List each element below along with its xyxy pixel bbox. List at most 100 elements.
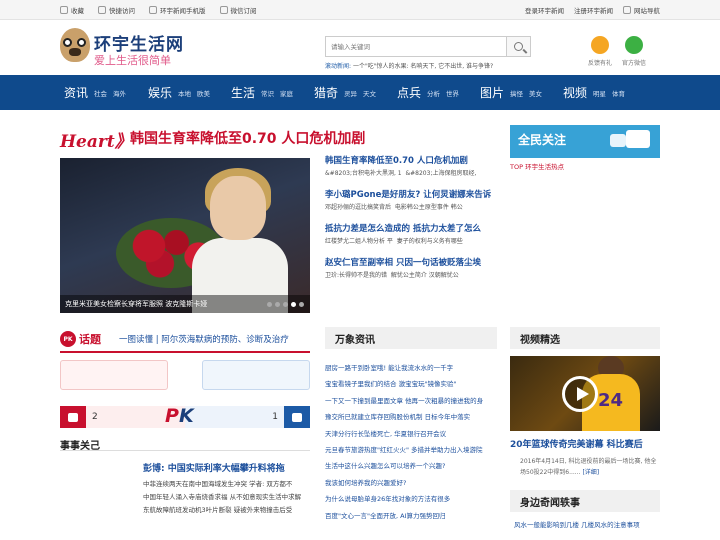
list-item[interactable]: 天津分行行长坠楼死亡, 华夏银行召开会议 (325, 426, 497, 442)
news-sub-link[interactable]: 妻子的权利与义务有哪些 (397, 238, 463, 245)
login-link[interactable]: 登录环宇新闻 (525, 5, 564, 15)
register-link[interactable]: 注册环宇新闻 (574, 5, 613, 15)
nav-ent-local[interactable]: 本地 (178, 88, 191, 98)
nav-mil-analysis[interactable]: 分析 (427, 88, 440, 98)
slide-dot[interactable] (283, 302, 288, 307)
pk-right-option[interactable] (202, 360, 310, 390)
scrolling-news[interactable]: 滚动新闻: 一个"吃"惊人的水果: 名响天下, 它不出世, 谁与争锋? (325, 61, 493, 70)
list-item[interactable]: 生活中这什么兴趣怎么可以培养一个兴趣? (325, 458, 497, 474)
list-item[interactable]: 宝宝看镜子里我们的结合 激宝宝玩"镜像实验" (325, 376, 497, 392)
guan-headline[interactable]: 彭博: 中国实际利率大幅攀升料将拖 (143, 461, 285, 474)
nav-news-overseas[interactable]: 海外 (113, 88, 126, 98)
promo-banner[interactable]: 全民关注 (510, 125, 660, 158)
slide-dot[interactable] (267, 302, 272, 307)
list-item[interactable]: 元旦春节旅游热度"红红火火" 多措并举助力出入境游院 (325, 442, 497, 458)
list-item[interactable]: 风水一般能影响到几楼 几楼风水的注意事项 (514, 519, 640, 529)
news-sub-link[interactable]: 解忧公主简介 汉朝解忧公 (391, 272, 459, 279)
favorite-link[interactable]: 收藏 (60, 5, 84, 15)
pk-badge-icon: PK (60, 331, 76, 347)
nav-entertainment[interactable]: 娱乐 (148, 84, 172, 101)
top-bar: 收藏 快捷访问 环宇新闻手机版 微信订阅 登录环宇新闻 注册环宇新闻 网站导航 (0, 0, 720, 20)
list-item[interactable]: 豫交所已就建立库存回购股份机制 日标今年中落实 (325, 409, 497, 425)
news-sub-link[interactable]: &#8203;上海保租房取经, (405, 170, 476, 177)
phone-icon (149, 6, 157, 14)
list-item[interactable]: 为什么说母胎单身26年找对象的方法有很多 (325, 491, 497, 507)
news-title[interactable]: 抵抗力差是怎么造成的 抵抗力太差了怎么 (325, 223, 497, 235)
nav-life-family[interactable]: 家庭 (280, 88, 293, 98)
thumbs-up-right-button[interactable] (284, 406, 310, 428)
nav-video-stars[interactable]: 明星 (593, 88, 606, 98)
site-logo[interactable]: 环宇生活网 爱上生活很简单 (60, 28, 190, 68)
mobile-version-link[interactable]: 环宇新闻手机版 (149, 5, 206, 15)
headline-title[interactable]: 韩国生育率降低至0.70 人口危机加剧 (130, 128, 365, 148)
list-item[interactable]: 百度"文心一言"全面开放, AI算力强势回归 (325, 508, 497, 524)
slide-dot-active[interactable] (291, 302, 296, 307)
list-item[interactable]: 厨房一路干到卧室哦! 能让我流水水的一千字 (325, 360, 497, 376)
top-hotspot-link[interactable]: TOP 环宇生活热点 (510, 161, 564, 171)
nav-life[interactable]: 生活 (231, 84, 255, 101)
nav-news[interactable]: 资讯 (64, 84, 88, 101)
list-item[interactable]: 中国年轻人涌入寺庙烧香求福 从不如意现实生活中求解 (143, 491, 313, 504)
news-sub-link[interactable]: 卫玠:长得帅不是我的错 (325, 272, 387, 279)
nav-video[interactable]: 视频 (563, 84, 587, 101)
search-box (325, 36, 531, 57)
qiwen-section-title: 身边奇闻轶事 (510, 490, 660, 512)
video-caption[interactable]: 20年篮球传奇完美谢幕 科比赛后 (510, 437, 643, 450)
site-nav-link[interactable]: 网站导航 (623, 5, 660, 15)
search-button[interactable] (506, 37, 530, 56)
news-sub-link[interactable]: 邓超孙俪的逗比搞笑背后 (325, 204, 391, 211)
site-slogan: 爱上生活很简单 (94, 54, 171, 67)
thumbs-up-left-button[interactable] (60, 406, 86, 428)
news-sub-link[interactable]: 红楼梦尤二姐人物分析 平 (325, 238, 393, 245)
pk-divider (60, 351, 310, 353)
nav-curiosities[interactable]: 猎奇 (314, 84, 338, 101)
nav-pictures[interactable]: 图片 (480, 84, 504, 101)
nav-group-entertainment: 娱乐 本地 欧美 (148, 75, 210, 110)
list-item: 韩国生育率降低至0.70 人口危机加剧 &#8203;台积电补大黑洞, 1 &#… (325, 155, 497, 181)
news-title[interactable]: 韩国生育率降低至0.70 人口危机加剧 (325, 155, 497, 167)
nav-video-sports[interactable]: 体育 (612, 88, 625, 98)
section-divider (60, 450, 310, 451)
list-item[interactable]: 一下又一下撞到最里面文章 他再一次粗暴的撞进我的身 (325, 393, 497, 409)
quick-access-link[interactable]: 快捷访问 (98, 5, 135, 15)
nav-pic-beauty[interactable]: 美女 (529, 88, 542, 98)
nav-news-society[interactable]: 社会 (94, 88, 107, 98)
search-input[interactable] (326, 37, 506, 56)
news-sub-link[interactable]: &#8203;台积电补大黑洞, 1 (325, 170, 402, 177)
wechat-subscribe-link[interactable]: 微信订阅 (219, 5, 257, 15)
nav-mil-world[interactable]: 世界 (446, 88, 459, 98)
list-item[interactable]: 东航故障航班发动机3叶片断裂 疑被外来物撞击后受 (143, 504, 313, 517)
hero-slideshow[interactable]: 克里米亚美女检察长穿将军服照 波克隆斯卡娅 (60, 158, 310, 313)
scrolling-news-label: 滚动新闻: (325, 63, 352, 70)
list-item[interactable]: 我该如何培养我的兴趣爱好? (325, 475, 497, 491)
pk-topic-link[interactable]: 一图读懂 | 阿尔茨海默病的预防、诊断及治疗 (119, 333, 289, 345)
video-thumbnail[interactable]: 24 (510, 356, 660, 431)
nav-military[interactable]: 点兵 (397, 84, 421, 101)
list-item[interactable]: 中菲连续两天在南中国海域发生冲突 学者: 双方都不 (143, 478, 313, 491)
nav-pic-funny[interactable]: 搞怪 (510, 88, 523, 98)
nav-group-life: 生活 常识 家庭 (231, 75, 293, 110)
video-detail-link[interactable]: [详细] (582, 469, 599, 476)
camera-icon (610, 134, 626, 147)
nav-cur-supernatural[interactable]: 灵异 (344, 88, 357, 98)
news-title[interactable]: 赵安仁官至副宰相 只因一句话被贬落尘埃 (325, 257, 497, 269)
list-item: 赵安仁官至副宰相 只因一句话被贬落尘埃 卫玠:长得帅不是我的错 解忧公主简介 汉… (325, 257, 497, 283)
wanxiang-section-title: 万象资讯 (325, 327, 497, 349)
wechat-icon (625, 36, 643, 54)
top-account-links: 登录环宇新闻 注册环宇新闻 网站导航 (525, 5, 660, 15)
guan-list: 中菲连续两天在南中国海域发生冲突 学者: 双方都不 中国年轻人涌入寺庙烧香求福 … (143, 478, 313, 517)
news-title[interactable]: 李小璐PGone是好朋友? 让何炅谢娜来告诉 (325, 189, 497, 201)
pug-mascot-icon (60, 28, 90, 62)
nav-ent-western[interactable]: 欧美 (197, 88, 210, 98)
nav-group-pictures: 图片 搞怪 美女 (480, 75, 542, 110)
nav-cur-astronomy[interactable]: 天文 (363, 88, 376, 98)
official-wechat-button[interactable]: 官方微信 (614, 36, 654, 67)
wechat-icon (219, 6, 228, 14)
play-icon[interactable] (562, 376, 598, 412)
pk-left-option[interactable] (60, 360, 168, 390)
news-sub-link[interactable]: 电影韩公主原型事件 韩公 (395, 204, 463, 211)
list-item: 李小璐PGone是好朋友? 让何炅谢娜来告诉 邓超孙俪的逗比搞笑背后 电影韩公主… (325, 189, 497, 215)
slide-dot[interactable] (275, 302, 280, 307)
slide-dot[interactable] (299, 302, 304, 307)
nav-life-tips[interactable]: 常识 (261, 88, 274, 98)
